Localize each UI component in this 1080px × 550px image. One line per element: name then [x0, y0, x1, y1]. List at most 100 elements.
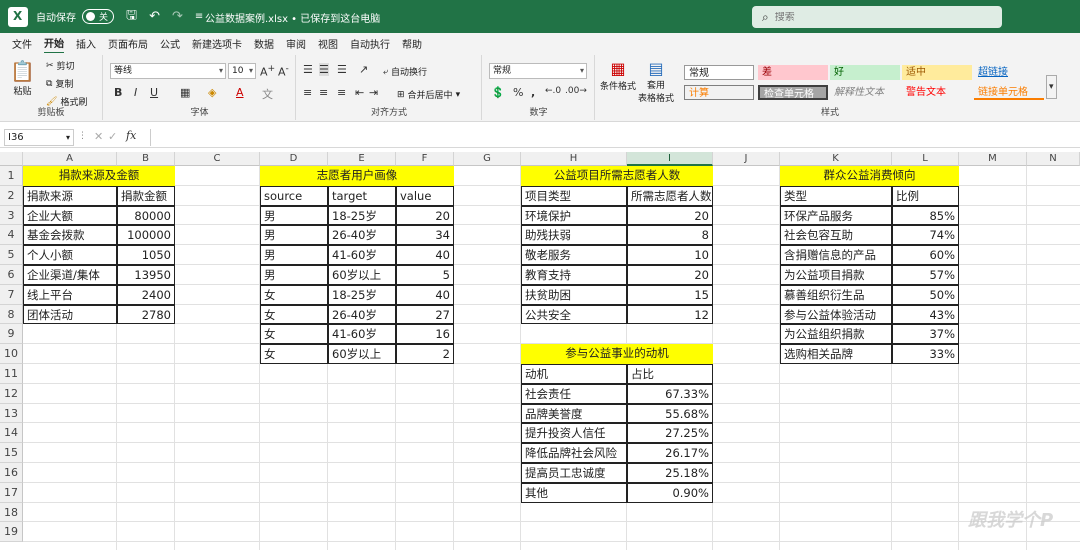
cell[interactable]: 16	[396, 324, 454, 345]
cell[interactable]: 群众公益消费倾向	[780, 166, 959, 186]
cell[interactable]: 60%	[892, 245, 959, 265]
bold-icon[interactable]: B	[114, 86, 122, 99]
style-3[interactable]: 适中	[902, 65, 972, 80]
increase-decimal-icon[interactable]: ←.0	[545, 86, 561, 96]
cell[interactable]: 企业渠道/集体	[23, 265, 117, 285]
row-header[interactable]: 10	[0, 344, 23, 364]
cell[interactable]: 57%	[892, 265, 959, 285]
font-name-select[interactable]: 等线 ▾	[110, 63, 226, 79]
search-box[interactable]: ⌕	[752, 6, 1002, 28]
indent-increase-icon[interactable]: ⇥	[369, 86, 378, 99]
cell[interactable]: 33%	[892, 344, 959, 364]
menu-item[interactable]: 视图	[318, 34, 338, 53]
cell[interactable]: 含捐赠信息的产品	[780, 245, 892, 265]
menu-item[interactable]: 自动执行	[350, 34, 390, 53]
cell[interactable]: 慕善组织衍生品	[780, 284, 892, 305]
cell[interactable]: 20	[627, 205, 713, 226]
cell[interactable]: 27	[396, 304, 454, 325]
cell[interactable]: 18-25岁	[328, 284, 396, 305]
row-header[interactable]: 8	[0, 304, 23, 325]
column-header[interactable]: C	[175, 152, 260, 166]
row-header[interactable]: 4	[0, 225, 23, 246]
menu-item[interactable]: 文件	[12, 34, 32, 53]
cell[interactable]: 女	[260, 324, 328, 345]
align-middle-icon[interactable]: ☰	[319, 63, 329, 76]
cell[interactable]: 参与公益体验活动	[780, 304, 892, 325]
menu-item[interactable]: 审阅	[286, 34, 306, 53]
format-as-table-button[interactable]: ▤ 套用 表格格式	[638, 59, 674, 104]
cell[interactable]: 个人小额	[23, 245, 117, 265]
comma-icon[interactable]: ,	[531, 86, 535, 99]
cell[interactable]: 教育支持	[521, 265, 627, 285]
cell[interactable]: 0.90%	[627, 482, 713, 503]
cell[interactable]: 12	[627, 304, 713, 325]
cell[interactable]: 男	[260, 245, 328, 265]
style-4[interactable]: 超链接	[974, 65, 1044, 80]
cell[interactable]: 基金会拨款	[23, 225, 117, 246]
cell[interactable]: 环境保护	[521, 205, 627, 226]
column-header[interactable]: I	[627, 152, 713, 166]
row-header[interactable]: 15	[0, 443, 23, 463]
cell[interactable]: 企业大额	[23, 205, 117, 226]
cell[interactable]: 品牌美誉度	[521, 403, 627, 424]
row-header[interactable]: 9	[0, 324, 23, 345]
paste-button[interactable]: 📋 粘贴	[10, 59, 35, 97]
border-icon[interactable]: ▦	[180, 86, 190, 99]
cell[interactable]: 降低品牌社会风险	[521, 443, 627, 463]
align-right-icon[interactable]: ≡	[337, 86, 346, 99]
font-size-select[interactable]: 10 ▾	[228, 63, 256, 79]
fill-color-icon[interactable]: ◈	[208, 86, 216, 99]
select-all-corner[interactable]	[0, 152, 23, 166]
row-header[interactable]: 18	[0, 502, 23, 523]
style-8[interactable]: 警告文本	[902, 85, 972, 100]
font-shrink-icon[interactable]: A-	[278, 63, 289, 79]
cell[interactable]: 为公益项目捐款	[780, 265, 892, 285]
row-header[interactable]: 19	[0, 522, 23, 543]
cell[interactable]: 团体活动	[23, 304, 117, 325]
column-header[interactable]: L	[892, 152, 959, 166]
row-header[interactable]: 13	[0, 403, 23, 424]
cell[interactable]: 67.33%	[627, 383, 713, 404]
cell[interactable]: 2780	[117, 304, 175, 325]
number-format-select[interactable]: 常规 ▾	[489, 63, 587, 79]
cell[interactable]: 提升投资人信任	[521, 423, 627, 444]
worksheet-grid[interactable]: A B C D E F G H I J K L M N 1 2 3 4 5 6 7 8 9 10 11 12 13 14 15 16 17 1…	[0, 152, 1080, 550]
style-9[interactable]: 链接单元格	[974, 85, 1044, 100]
cell[interactable]: 43%	[892, 304, 959, 325]
style-2[interactable]: 好	[830, 65, 900, 80]
row-header[interactable]: 16	[0, 463, 23, 483]
cell[interactable]: 55.68%	[627, 403, 713, 424]
cell[interactable]: 类型	[780, 185, 892, 206]
cell[interactable]: 男	[260, 205, 328, 226]
cell[interactable]: 10	[627, 245, 713, 265]
cell[interactable]: 41-60岁	[328, 324, 396, 345]
column-header[interactable]: E	[328, 152, 396, 166]
underline-icon[interactable]: U	[150, 86, 158, 99]
cell[interactable]: 男	[260, 225, 328, 246]
menu-item[interactable]: 数据	[254, 34, 274, 53]
percent-icon[interactable]: %	[513, 86, 523, 99]
cell[interactable]: 20	[396, 205, 454, 226]
row-header[interactable]: 12	[0, 383, 23, 404]
cell[interactable]: 其他	[521, 482, 627, 503]
row-header[interactable]: 6	[0, 265, 23, 285]
cell[interactable]: 2400	[117, 284, 175, 305]
gallery-expand-icon[interactable]: ▾	[1046, 75, 1057, 99]
column-header[interactable]: K	[780, 152, 892, 166]
style-1[interactable]: 差	[758, 65, 828, 80]
menu-item[interactable]: 帮助	[402, 34, 422, 53]
style-6[interactable]: 检查单元格	[758, 85, 828, 100]
cell[interactable]: 20	[627, 265, 713, 285]
cell[interactable]: 捐款来源	[23, 185, 117, 206]
cell[interactable]: target	[328, 185, 396, 206]
cell[interactable]: 扶贫助困	[521, 284, 627, 305]
cell[interactable]: 所需志愿者人数	[627, 185, 713, 206]
menu-item[interactable]: 新建选项卡	[192, 34, 242, 53]
merge-center-button[interactable]: ⊞ 合并后居中 ▾	[397, 88, 460, 102]
cell[interactable]: 比例	[892, 185, 959, 206]
column-header[interactable]: F	[396, 152, 454, 166]
menu-item[interactable]: 开始	[44, 33, 64, 54]
cell[interactable]: 敬老服务	[521, 245, 627, 265]
column-header[interactable]: N	[1027, 152, 1080, 166]
conditional-format-button[interactable]: ▦ 条件格式	[600, 59, 636, 92]
